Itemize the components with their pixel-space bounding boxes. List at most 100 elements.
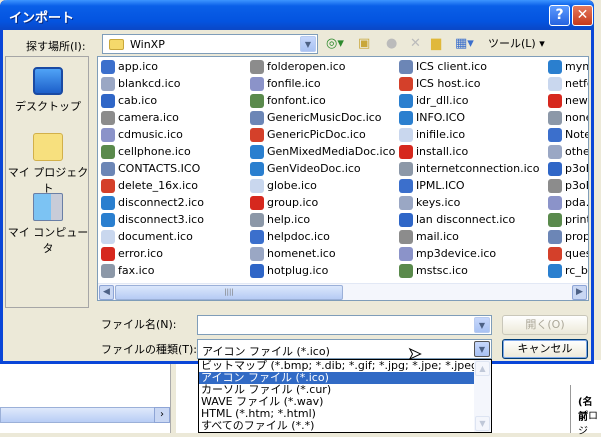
file-item[interactable]: p3oE bbox=[548, 177, 588, 194]
file-item[interactable]: pda.i bbox=[548, 194, 588, 211]
file-item[interactable]: ques bbox=[548, 245, 588, 262]
file-item[interactable]: idr_dll.ico bbox=[399, 92, 539, 109]
file-item[interactable]: fonfont.ico bbox=[250, 92, 395, 109]
file-item[interactable]: cab.ico bbox=[101, 92, 204, 109]
file-item[interactable]: mp3device.ico bbox=[399, 245, 539, 262]
file-item[interactable]: GenMixedMediaDoc.ico bbox=[250, 143, 395, 160]
file-name: disconnect3.ico bbox=[118, 213, 204, 226]
place-label: マイ プロジェクト bbox=[7, 166, 89, 195]
background-scrollbar[interactable] bbox=[0, 407, 168, 423]
file-item[interactable]: disconnect3.ico bbox=[101, 211, 204, 228]
scroll-right-button[interactable]: ▶ bbox=[572, 285, 587, 300]
file-item[interactable]: disconnect2.ico bbox=[101, 194, 204, 211]
file-name: CONTACTS.ICO bbox=[118, 162, 201, 175]
file-item[interactable]: netfc bbox=[548, 75, 588, 92]
file-item[interactable]: cellphone.ico bbox=[101, 143, 204, 160]
scroll-up-button[interactable]: ▲ bbox=[475, 361, 490, 376]
open-button[interactable]: 開く(O) bbox=[502, 315, 588, 335]
file-type-dropdown-list[interactable]: ビットマップ (*.bmp; *.dib; *.gif; *.jpg; *.jp… bbox=[198, 359, 492, 433]
file-item[interactable]: install.ico bbox=[399, 143, 539, 160]
file-item[interactable]: Note bbox=[548, 126, 588, 143]
file-item[interactable]: IPML.ICO bbox=[399, 177, 539, 194]
back-icon[interactable]: ◎▾ bbox=[326, 36, 344, 52]
horizontal-scrollbar[interactable]: ◀ |||| ▶ bbox=[98, 283, 588, 300]
file-name: newf bbox=[565, 94, 589, 107]
look-in-combo[interactable]: WinXP ▼ bbox=[102, 34, 318, 54]
file-item[interactable]: homenet.ico bbox=[250, 245, 395, 262]
file-type-select[interactable]: アイコン ファイル (*.ico) ▼ bbox=[197, 339, 492, 359]
file-item[interactable]: keys.ico bbox=[399, 194, 539, 211]
file-item[interactable]: hotplug.ico bbox=[250, 262, 395, 279]
file-item[interactable]: mail.ico bbox=[399, 228, 539, 245]
file-item[interactable]: none bbox=[548, 109, 588, 126]
delete-icon: ✕ bbox=[410, 36, 421, 51]
place-my-computer[interactable]: マイ コンピュータ bbox=[6, 193, 90, 256]
cancel-button[interactable]: キャンセル bbox=[502, 339, 588, 359]
file-item[interactable]: newf bbox=[548, 92, 589, 109]
close-button[interactable]: ✕ bbox=[572, 5, 593, 26]
file-item[interactable]: document.ico bbox=[101, 228, 204, 245]
file-icon bbox=[399, 59, 413, 74]
file-icon bbox=[399, 263, 413, 278]
file-item[interactable]: CONTACTS.ICO bbox=[101, 160, 204, 177]
file-item[interactable]: internetconnection.ico bbox=[399, 160, 539, 177]
file-item[interactable]: other bbox=[548, 143, 588, 160]
background-scroll-right[interactable]: › bbox=[154, 407, 170, 423]
file-icon bbox=[548, 59, 562, 74]
file-icon bbox=[399, 246, 413, 261]
file-name: rc_bi bbox=[565, 264, 589, 277]
dropdown-scrollbar[interactable]: ▲ ▼ bbox=[474, 360, 491, 432]
scroll-thumb[interactable]: |||| bbox=[115, 285, 343, 300]
file-item[interactable]: helpdoc.ico bbox=[250, 228, 395, 245]
file-item[interactable]: delete_16x.ico bbox=[101, 177, 204, 194]
file-item[interactable]: rc_bi bbox=[548, 262, 589, 279]
file-item[interactable]: ICS host.ico bbox=[399, 75, 539, 92]
scroll-left-button[interactable]: ◀ bbox=[99, 285, 114, 300]
file-icon bbox=[250, 127, 264, 142]
place-desktop[interactable]: デスクトップ bbox=[6, 67, 90, 114]
up-folder-icon[interactable]: ▣ bbox=[358, 36, 370, 52]
file-item[interactable]: GenericMusicDoc.ico bbox=[250, 109, 395, 126]
file-list[interactable]: app.ico blankcd.ico cab.ico camera.ico cdmus… bbox=[97, 56, 589, 301]
file-item[interactable]: myne bbox=[548, 58, 588, 75]
file-icon bbox=[101, 127, 115, 142]
file-type-option[interactable]: すべてのファイル (*.*) bbox=[199, 420, 474, 432]
title-bar[interactable]: インポート ? ✕ bbox=[0, 0, 594, 30]
look-in-label: 探す場所(I): bbox=[26, 40, 86, 53]
file-item[interactable]: fonfile.ico bbox=[250, 75, 395, 92]
file-item[interactable]: cdmusic.ico bbox=[101, 126, 204, 143]
file-item[interactable]: folderopen.ico bbox=[250, 58, 395, 75]
file-item[interactable]: ICS client.ico bbox=[399, 58, 539, 75]
file-item[interactable]: GenericPicDoc.ico bbox=[250, 126, 395, 143]
file-item[interactable]: camera.ico bbox=[101, 109, 204, 126]
chevron-down-icon[interactable]: ▼ bbox=[474, 341, 490, 357]
file-type-label: ファイルの種類(T): bbox=[101, 343, 198, 356]
file-item[interactable]: blankcd.ico bbox=[101, 75, 204, 92]
views-icon[interactable]: ▦▾ bbox=[455, 36, 474, 52]
file-item[interactable]: app.ico bbox=[101, 58, 204, 75]
scroll-down-button[interactable]: ▼ bbox=[475, 416, 490, 431]
file-name: helpdoc.ico bbox=[267, 230, 330, 243]
file-name-input[interactable]: ▼ bbox=[197, 315, 492, 335]
chevron-down-icon[interactable]: ▼ bbox=[474, 317, 490, 333]
file-item[interactable]: print bbox=[548, 211, 588, 228]
tools-menu[interactable]: ツール(L) ▾ bbox=[488, 36, 545, 52]
file-item[interactable]: lan disconnect.ico bbox=[399, 211, 539, 228]
chevron-down-icon[interactable]: ▼ bbox=[300, 36, 316, 52]
file-icon bbox=[548, 263, 562, 278]
file-item[interactable]: p3oE bbox=[548, 160, 588, 177]
file-item[interactable]: inifile.ico bbox=[399, 126, 539, 143]
file-item[interactable]: error.ico bbox=[101, 245, 204, 262]
new-folder-icon[interactable]: ▆ bbox=[431, 36, 441, 52]
file-item[interactable]: globe.ico bbox=[250, 177, 395, 194]
folder-icon bbox=[109, 39, 124, 50]
file-item[interactable]: fax.ico bbox=[101, 262, 204, 279]
file-item[interactable]: group.ico bbox=[250, 194, 395, 211]
help-button[interactable]: ? bbox=[549, 5, 570, 26]
file-item[interactable]: prope bbox=[548, 228, 588, 245]
file-item[interactable]: GenVideoDoc.ico bbox=[250, 160, 395, 177]
place-my-projects[interactable]: マイ プロジェクト bbox=[6, 133, 90, 196]
file-item[interactable]: mstsc.ico bbox=[399, 262, 539, 279]
file-item[interactable]: INFO.ICO bbox=[399, 109, 539, 126]
file-item[interactable]: help.ico bbox=[250, 211, 395, 228]
